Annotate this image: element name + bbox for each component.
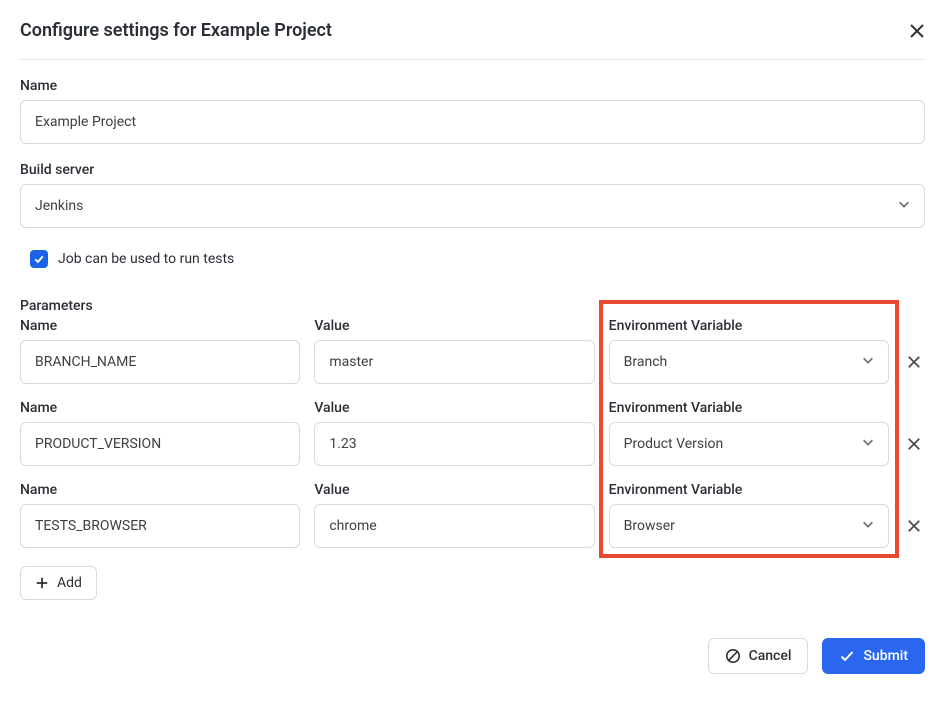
name-label: Name: [20, 78, 925, 94]
run-tests-label: Job can be used to run tests: [58, 251, 234, 267]
build-server-field-group: Build server Jenkins: [20, 162, 925, 228]
delete-row-button[interactable]: [903, 422, 925, 466]
table-row: Name Value Environment Variable Branch: [20, 318, 925, 384]
param-env-label: Environment Variable: [609, 400, 889, 416]
param-env-select[interactable]: Branch: [609, 340, 889, 384]
close-icon[interactable]: [909, 23, 925, 39]
dialog-header: Configure settings for Example Project: [20, 20, 925, 60]
table-row: Name Value Environment Variable Browser: [20, 482, 925, 548]
param-env-label: Environment Variable: [609, 482, 889, 498]
dialog-footer: Cancel Submit: [20, 638, 925, 674]
add-button-label: Add: [57, 575, 82, 591]
param-env-value: Branch: [624, 354, 668, 370]
param-value-input[interactable]: [314, 422, 594, 466]
name-input[interactable]: [20, 100, 925, 144]
dialog-title: Configure settings for Example Project: [20, 20, 332, 41]
submit-button-label: Submit: [863, 648, 908, 664]
cancel-button-label: Cancel: [749, 648, 792, 664]
build-server-select[interactable]: Jenkins: [20, 184, 925, 228]
param-value-input[interactable]: [314, 504, 594, 548]
build-server-label: Build server: [20, 162, 925, 178]
param-name-label: Name: [20, 482, 300, 498]
param-name-input[interactable]: [20, 422, 300, 466]
param-env-select[interactable]: Browser: [609, 504, 889, 548]
cancel-icon: [725, 648, 741, 664]
param-value-label: Value: [314, 482, 594, 498]
delete-row-button[interactable]: [903, 504, 925, 548]
param-value-input[interactable]: [314, 340, 594, 384]
cancel-button[interactable]: Cancel: [708, 638, 809, 674]
param-name-label: Name: [20, 318, 300, 334]
delete-row-button[interactable]: [903, 340, 925, 384]
param-value-label: Value: [314, 400, 594, 416]
param-value-label: Value: [314, 318, 594, 334]
table-row: Name Value Environment Variable Product …: [20, 400, 925, 466]
name-field-group: Name: [20, 78, 925, 144]
param-name-input[interactable]: [20, 340, 300, 384]
build-server-value: Jenkins: [35, 198, 83, 214]
param-name-label: Name: [20, 400, 300, 416]
param-env-label: Environment Variable: [609, 318, 889, 334]
param-env-value: Browser: [624, 518, 675, 534]
check-icon: [839, 648, 855, 664]
parameters-area: Name Value Environment Variable Branch: [20, 318, 925, 548]
run-tests-checkbox[interactable]: [30, 250, 48, 268]
param-name-input[interactable]: [20, 504, 300, 548]
plus-icon: [35, 576, 49, 590]
submit-button[interactable]: Submit: [822, 638, 925, 674]
add-button[interactable]: Add: [20, 566, 97, 600]
param-env-select[interactable]: Product Version: [609, 422, 889, 466]
param-env-value: Product Version: [624, 436, 724, 452]
parameters-section-label: Parameters: [20, 298, 925, 314]
run-tests-checkbox-row: Job can be used to run tests: [20, 246, 925, 272]
